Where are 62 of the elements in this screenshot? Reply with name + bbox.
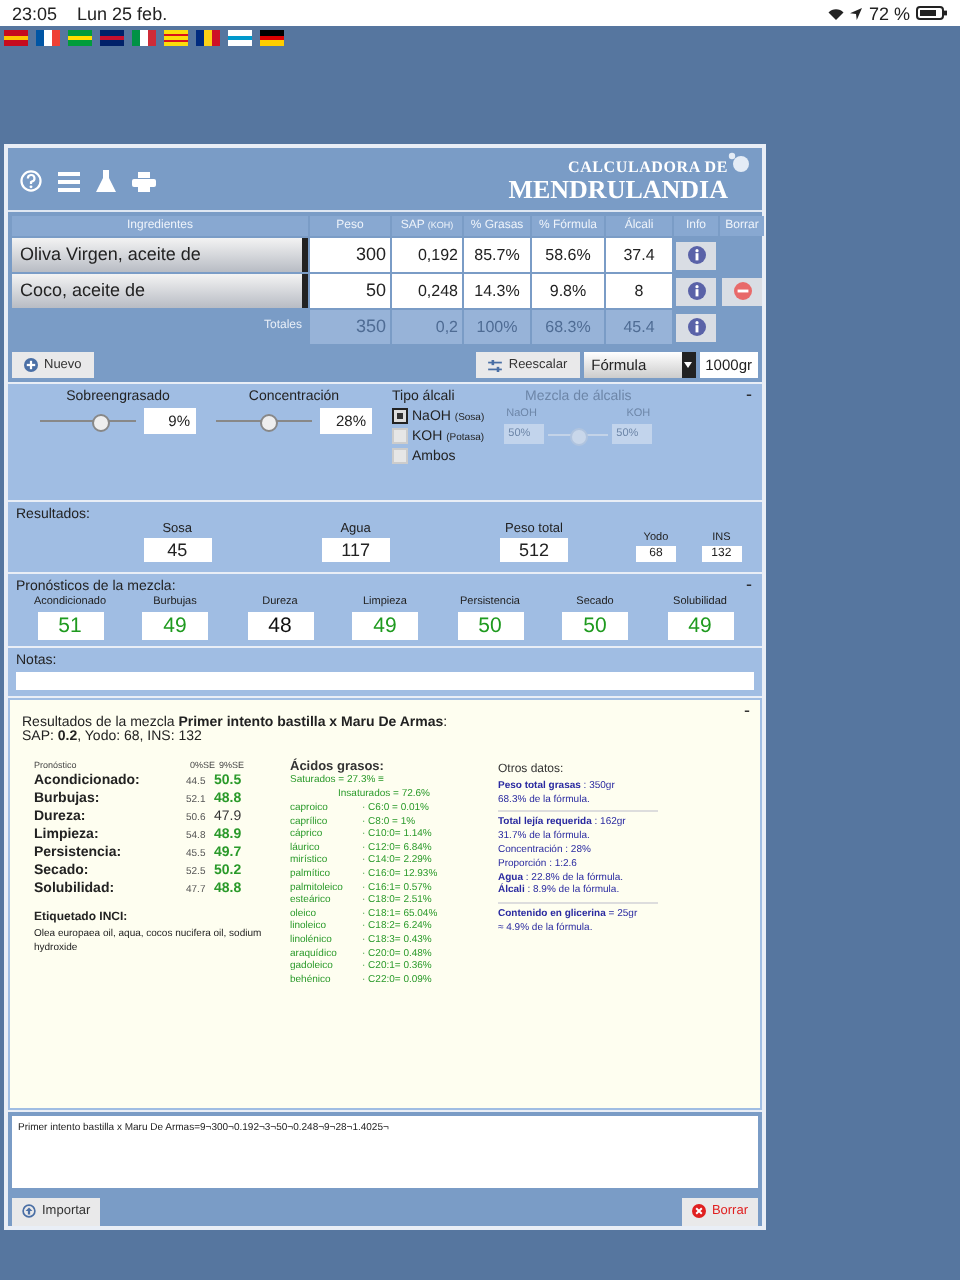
result-value: 45: [143, 538, 212, 562]
notes-field[interactable]: [16, 672, 754, 690]
result-value: 512: [500, 538, 568, 562]
close-icon: [691, 1204, 706, 1218]
forecast-value: 50: [562, 612, 628, 640]
table-cell: 0,2: [392, 310, 462, 344]
info-icon: [687, 282, 705, 300]
flag-icon[interactable]: [196, 30, 220, 46]
table-cell: 8: [606, 274, 672, 308]
upload-icon: [22, 1204, 36, 1218]
result-value: 117: [321, 538, 390, 562]
sliders-icon: [488, 359, 503, 371]
flask-icon[interactable]: [96, 170, 116, 192]
forecast-value: 49: [667, 612, 733, 640]
ingredient-button[interactable]: Coco, aceite de: [12, 274, 308, 308]
logo-text: CALCULADORA DE: [568, 160, 728, 176]
info-button[interactable]: [676, 313, 716, 341]
ingredient-button[interactable]: Oliva Virgen, aceite de: [12, 238, 308, 272]
table-cell: 37.4: [606, 238, 672, 272]
remove-icon: [733, 282, 751, 300]
weight-field[interactable]: 300: [310, 238, 390, 272]
flag-icon[interactable]: [260, 30, 284, 46]
table-cell: 0,192: [392, 238, 462, 272]
slider-thumb[interactable]: [91, 414, 110, 432]
table-cell: 85.7%: [464, 238, 530, 272]
forecast-value: 49: [352, 612, 418, 640]
battery-icon: [916, 6, 948, 20]
logo-text: MENDRULANDIA: [508, 176, 728, 202]
table-cell: 100%: [464, 310, 530, 344]
menu-icon[interactable]: [58, 171, 80, 191]
collapse-toggle[interactable]: -: [746, 384, 752, 404]
table-cell: 14.3%: [464, 274, 530, 308]
info-icon: [687, 246, 705, 264]
forecast-value: 48: [247, 612, 313, 640]
table-cell: 9.8%: [532, 274, 604, 308]
weight-field[interactable]: 50: [310, 274, 390, 308]
printer-icon[interactable]: [132, 171, 156, 191]
table-cell: 350: [310, 310, 390, 344]
collapse-toggle[interactable]: -: [746, 574, 752, 594]
forecast-value: 50: [457, 612, 523, 640]
plus-icon: [24, 358, 38, 372]
status-time: 23:05: [12, 3, 58, 23]
flag-icon[interactable]: [36, 30, 60, 46]
status-date: Lun 25 feb.: [77, 3, 168, 23]
forecast-value: 51: [37, 612, 103, 640]
info-button[interactable]: [676, 277, 716, 305]
table-cell: 45.4: [606, 310, 672, 344]
info-icon: [687, 318, 705, 336]
wifi-icon: [828, 7, 845, 19]
delete-button[interactable]: [722, 277, 762, 305]
forecast-value: 49: [142, 612, 208, 640]
table-cell: 58.6%: [532, 238, 604, 272]
radio-button[interactable]: [392, 408, 408, 424]
location-icon: [850, 7, 863, 19]
table-cell: 0,248: [392, 274, 462, 308]
info-button[interactable]: [676, 241, 716, 269]
help-icon[interactable]: [20, 170, 42, 192]
table-cell: 68.3%: [532, 310, 604, 344]
slider-thumb[interactable]: [260, 414, 279, 432]
collapse-toggle[interactable]: -: [744, 700, 750, 720]
battery-percentage: 72 %: [868, 3, 910, 23]
caret-icon: [684, 362, 693, 368]
